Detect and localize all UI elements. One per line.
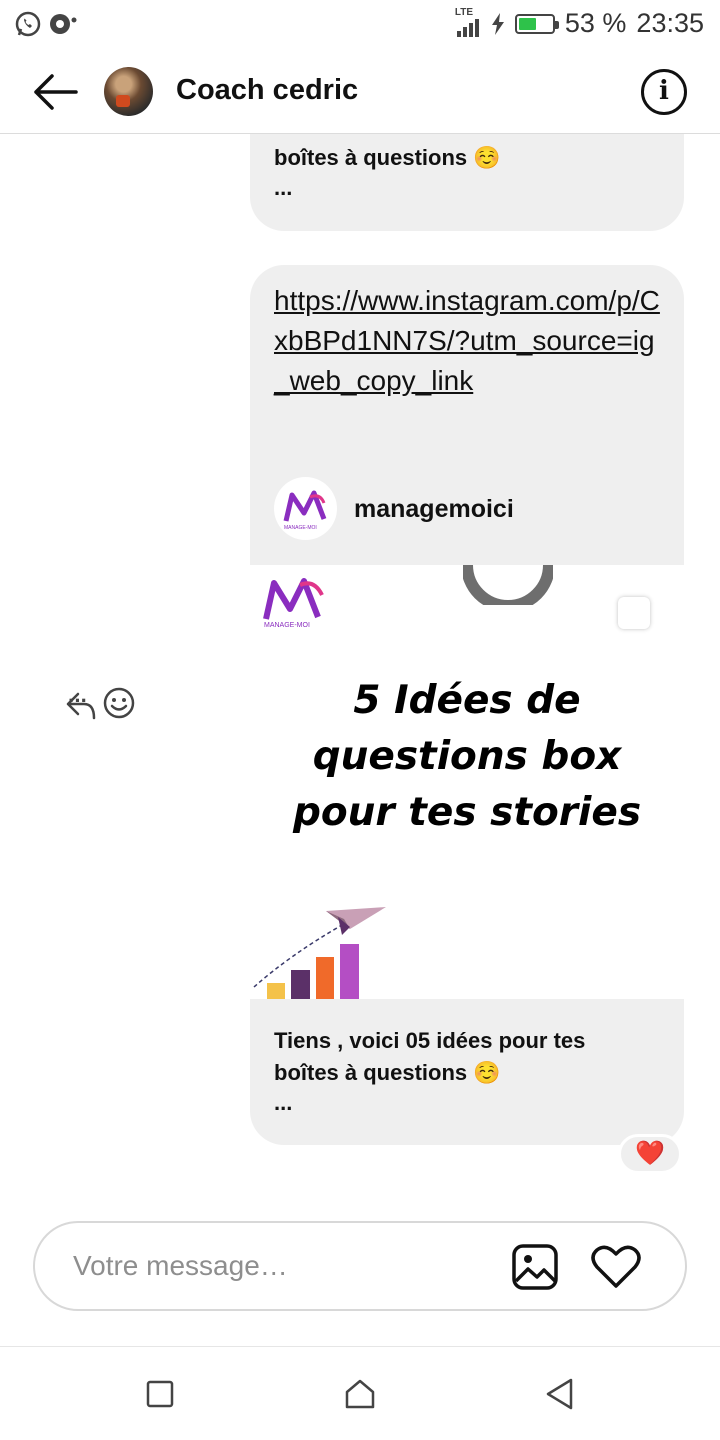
system-nav-bar [0,1346,720,1440]
status-left-icons [14,10,78,38]
loading-spinner-icon [463,565,553,605]
account-name[interactable]: managemoici [354,495,514,524]
avatar[interactable] [104,67,153,116]
home-icon[interactable] [343,1377,377,1411]
headline-line-3: pour tes stories [292,790,642,835]
message-actions: ··· [64,686,234,726]
gallery-icon[interactable] [511,1243,559,1291]
headline-line-1: 5 Idées de [353,678,581,723]
back-nav-icon[interactable] [543,1377,575,1411]
post-headline: 5 Idées de questions box pour tes storie… [250,673,684,841]
post-caption-bubble[interactable]: Tiens , voici 05 idées pour tes boîtes à… [250,999,684,1145]
whatsapp-icon [15,11,41,37]
battery-percent: 53 % [564,8,627,38]
heart-reaction-icon: ❤️ [635,1140,665,1167]
message-text: boîtes à questions ☺️ [274,145,501,170]
clock: 23:35 [636,8,704,38]
heart-reaction-badge[interactable]: ❤️ [618,1134,682,1174]
message-composer[interactable]: Votre message… [33,1221,687,1311]
manage-moi-logo-icon: MANAGE-MOI [283,490,327,531]
message-input[interactable]: Votre message… [73,1250,288,1282]
recorder-icon [50,14,77,34]
select-checkbox[interactable] [618,597,650,629]
status-bar: LTE 53 % 23:35 [0,0,720,50]
headline-line-2: questions box [312,734,622,779]
message-ellipsis: ... [274,175,293,200]
heart-icon[interactable] [591,1245,641,1289]
account-avatar[interactable]: MANAGE-MOI [274,477,337,540]
post-logo-icon: MANAGE-MOI [263,578,324,629]
svg-text:MANAGE-MOI: MANAGE-MOI [264,622,310,629]
caption-line-1: Tiens , voici 05 idées pour tes [274,1028,586,1053]
back-arrow-icon[interactable] [30,68,80,116]
caption-ellipsis: ... [274,1090,293,1115]
info-icon[interactable]: i [641,69,687,115]
network-type: LTE [454,6,474,18]
signal-icon: LTE [455,7,481,37]
caption-line-2: boîtes à questions ☺️ [274,1060,501,1085]
link-message-bubble[interactable]: https://www.instagram.com/p/CxbBPd1NN7S/… [250,265,684,565]
growth-chart-illustration [253,907,386,999]
svg-text:MANAGE-MOI: MANAGE-MOI [284,525,317,531]
post-preview[interactable]: MANAGE-MOI 5 Idées de questions box pour… [250,565,684,999]
contact-name[interactable]: Coach cedric [176,74,358,107]
battery-icon [514,13,559,34]
message-link[interactable]: https://www.instagram.com/p/CxbBPd1NN7S/… [274,281,666,401]
more-options-icon[interactable]: ··· [68,688,88,714]
recent-apps-icon[interactable] [145,1379,175,1409]
charging-icon [491,12,504,35]
chat-header: Coach cedric i [0,50,720,134]
emoji-react-icon[interactable] [102,686,136,720]
